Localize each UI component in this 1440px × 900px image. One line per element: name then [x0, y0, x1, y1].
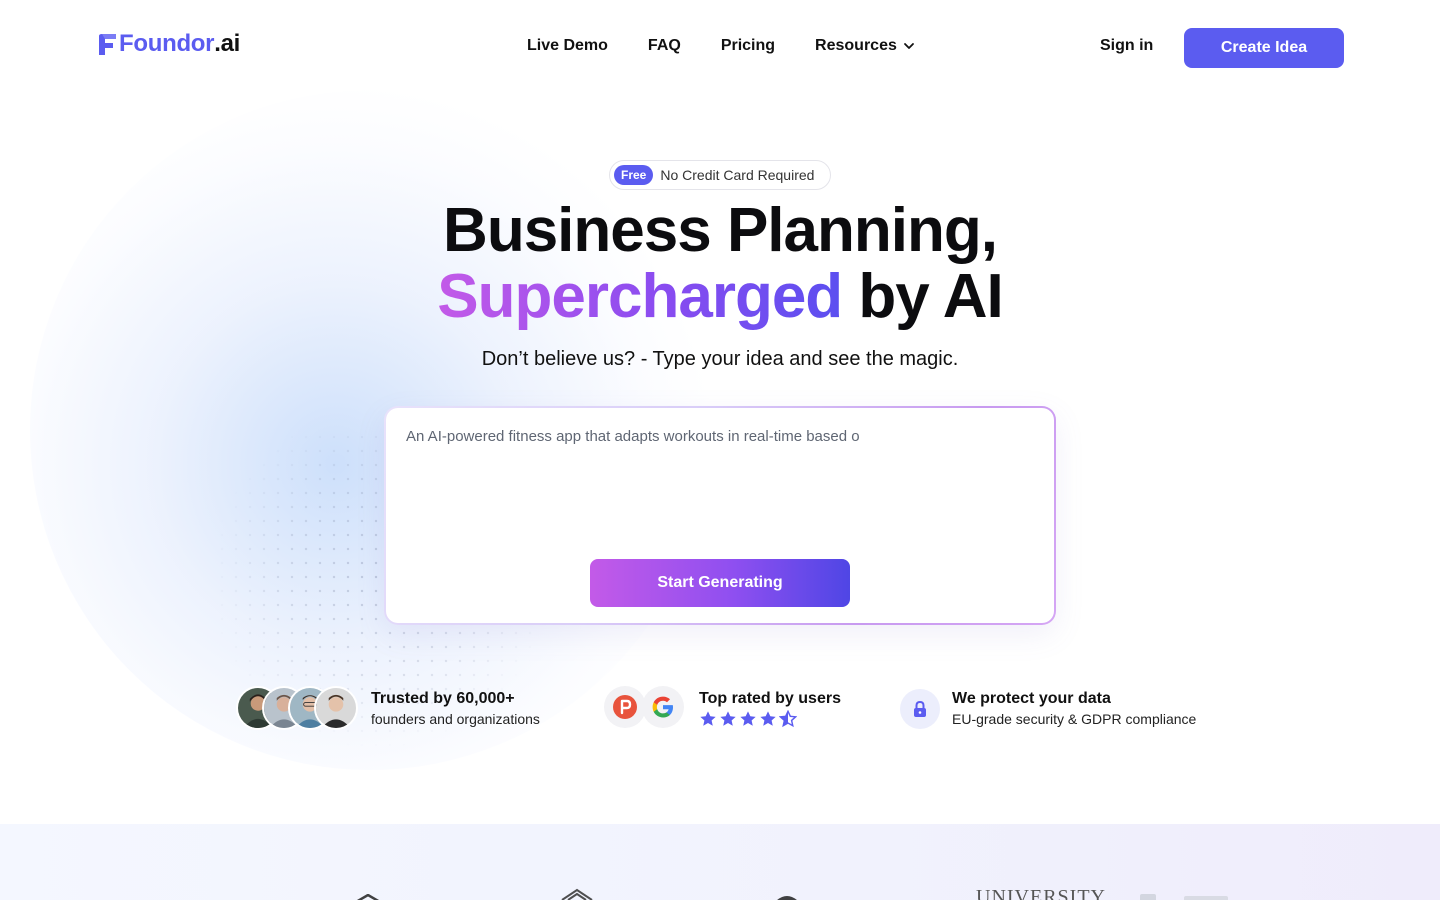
trust-founders-subtitle: founders and organizations [371, 711, 540, 727]
star-icon [700, 710, 716, 726]
star-icon [740, 710, 756, 726]
university-logo: UNIVERSITY [976, 886, 1106, 900]
badge-text: No Credit Card Required [660, 167, 815, 183]
star-icon [720, 710, 736, 726]
trust-rating: Top rated by users [604, 686, 841, 730]
trust-security-text: We protect your data EU-grade security &… [952, 689, 1196, 729]
partner-logo [356, 894, 380, 900]
nav-resources[interactable]: Resources [815, 37, 915, 55]
nav-resources-label: Resources [815, 37, 897, 54]
idea-input-card-inner: Start Generating [386, 408, 1054, 623]
nav-faq[interactable]: FAQ [648, 37, 681, 55]
partner-logo [561, 888, 593, 900]
partner-logo [777, 896, 797, 900]
nav-live-demo[interactable]: Live Demo [527, 37, 608, 55]
hero-title-line-1: Business Planning, [443, 196, 998, 265]
free-pill: Free [614, 165, 654, 185]
idea-input-card: Start Generating [384, 406, 1056, 625]
partner-logo [1140, 894, 1228, 900]
start-generating-button[interactable]: Start Generating [590, 559, 850, 607]
lock-icon [900, 689, 940, 729]
hero-title-line-2: Supercharged by AI [0, 264, 1440, 330]
rating-logos [604, 686, 688, 730]
foundor-logo-icon [99, 34, 116, 55]
create-idea-button[interactable]: Create Idea [1184, 28, 1344, 68]
logo[interactable]: Foundor .ai [96, 30, 240, 58]
hero-title-highlight: Supercharged [437, 262, 843, 331]
avatar [314, 686, 358, 730]
hero-subtitle: Don’t believe us? - Type your idea and s… [481, 348, 959, 370]
free-badge: Free No Credit Card Required [609, 160, 831, 190]
trust-security-subtitle: EU-grade security & GDPR compliance [952, 711, 1197, 727]
logo-suffix: .ai [214, 30, 240, 57]
rating-stars [699, 709, 841, 728]
trust-rating-title: Top rated by users [699, 689, 841, 707]
top-navigation: Foundor .ai Live Demo FAQ Pricing Resourc… [0, 0, 1440, 96]
trust-rating-text: Top rated by users [699, 689, 841, 728]
avatar-group [236, 686, 360, 732]
trust-security-title: We protect your data [952, 690, 1111, 707]
trust-founders-text: Trusted by 60,000+ founders and organiza… [371, 689, 540, 729]
logo-wordmark: Foundor [119, 30, 215, 57]
trust-founders: Trusted by 60,000+ founders and organiza… [236, 686, 540, 732]
sign-in-link[interactable]: Sign in [1100, 37, 1153, 55]
product-hunt-icon [604, 686, 646, 728]
nav-pricing[interactable]: Pricing [721, 37, 775, 55]
google-icon [642, 686, 684, 728]
trust-founders-title: Trusted by 60,000+ [371, 690, 515, 707]
star-icon [760, 710, 776, 726]
chevron-down-icon [903, 43, 914, 49]
logos-band: UNIVERSITY [0, 824, 1440, 900]
hero-title-rest: by AI [858, 262, 1003, 331]
nav-links: Live Demo FAQ Pricing Resources [527, 37, 915, 55]
idea-input[interactable] [406, 426, 1026, 536]
half-star-icon [779, 709, 797, 727]
trust-security: We protect your data EU-grade security &… [900, 689, 1196, 729]
